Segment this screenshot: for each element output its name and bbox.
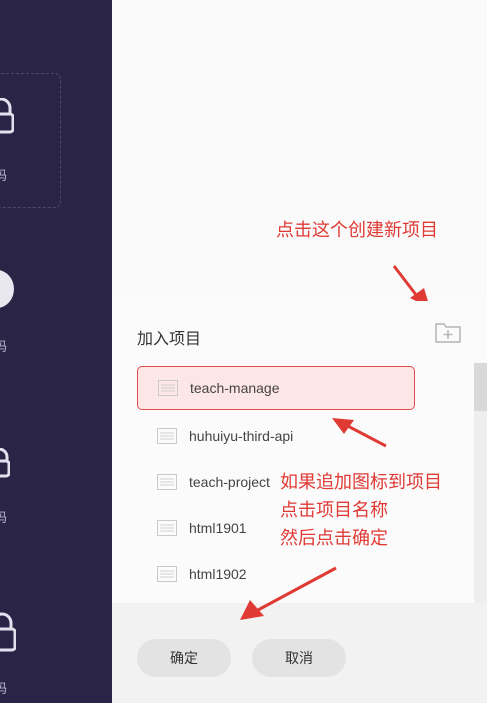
avatar-icon: [0, 270, 14, 308]
lock-icon: [0, 98, 14, 134]
annotation-click-name: 点击项目名称: [280, 500, 388, 521]
dialog-title: 加入项目: [137, 331, 202, 348]
project-name: teach-manage: [190, 380, 280, 396]
sidebar: 码 码 码 码: [0, 0, 112, 703]
annotation-arrow: [332, 418, 387, 448]
folder-list-icon: [157, 520, 177, 536]
annotation-append-icon: 如果追加图标到项目: [280, 472, 442, 493]
project-name: teach-project: [189, 474, 270, 490]
confirm-button[interactable]: 确定: [137, 639, 231, 677]
sidebar-label: 码: [0, 340, 8, 355]
folder-list-icon: [158, 380, 178, 396]
lock-icon: [0, 448, 10, 478]
folder-list-icon: [157, 474, 177, 490]
project-item-teach-manage[interactable]: teach-manage: [137, 366, 415, 410]
annotation-click-confirm: 然后点击确定: [280, 528, 388, 549]
folder-list-icon: [157, 566, 177, 582]
scrollbar[interactable]: [474, 363, 487, 607]
annotation-arrow: [240, 566, 337, 620]
project-name: html1901: [189, 520, 247, 536]
sidebar-label: 码: [0, 682, 8, 697]
lock-icon: [0, 612, 16, 652]
sidebar-label: 码: [0, 169, 8, 184]
scrollbar-thumb[interactable]: [474, 363, 487, 411]
annotation-create-project: 点击这个创建新项目: [276, 220, 438, 241]
cancel-button[interactable]: 取消: [252, 639, 346, 677]
sidebar-card[interactable]: [0, 73, 61, 208]
new-folder-icon[interactable]: [435, 321, 461, 343]
project-name: huhuiyu-third-api: [189, 428, 294, 444]
sidebar-label: 码: [0, 511, 8, 526]
folder-list-icon: [157, 428, 177, 444]
